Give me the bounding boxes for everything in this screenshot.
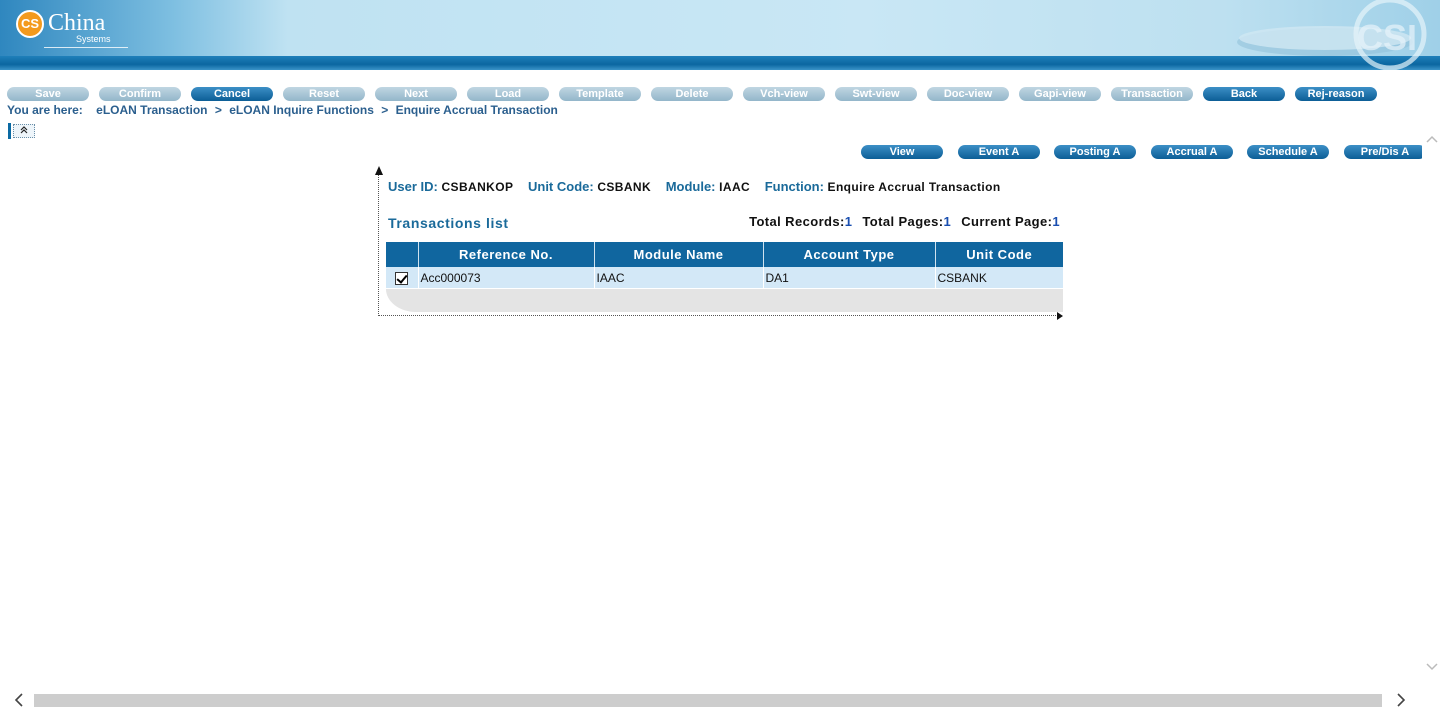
accrual-a-button[interactable]: Accrual A bbox=[1151, 145, 1233, 159]
column-header-reference-no[interactable]: Reference No. bbox=[418, 242, 595, 267]
reference-no-cell[interactable]: Acc000073 bbox=[418, 267, 595, 288]
column-header-account-type[interactable]: Account Type bbox=[763, 242, 936, 267]
breadcrumb-prefix: You are here: bbox=[7, 103, 83, 117]
breadcrumb-item-current: Enquire Accrual Transaction bbox=[395, 103, 558, 117]
scroll-up-icon[interactable] bbox=[1426, 135, 1438, 143]
next-button[interactable]: Next bbox=[375, 87, 457, 101]
logo-underline bbox=[44, 47, 128, 48]
unit-code-label: Unit Code: bbox=[527, 179, 594, 194]
panel-left-border bbox=[378, 174, 379, 314]
action-buttons-row: View Event A Posting A Accrual A Schedule A P… bbox=[0, 145, 1440, 160]
posting-a-button[interactable]: Posting A bbox=[1054, 145, 1136, 159]
header-light-band bbox=[0, 0, 1440, 56]
save-button[interactable]: Save bbox=[7, 87, 89, 101]
unit-code-value: CSBANK bbox=[597, 180, 652, 194]
breadcrumb-item-eloan-transaction[interactable]: eLOAN Transaction bbox=[96, 103, 207, 117]
vch-view-button[interactable]: Vch-view bbox=[743, 87, 825, 101]
toolbar: Save Confirm Cancel Reset Next Load Template De… bbox=[0, 87, 1440, 102]
double-chevron-up-icon-svg bbox=[20, 126, 28, 134]
list-title: Transactions list bbox=[388, 215, 509, 231]
column-header-module-name[interactable]: Module Name bbox=[594, 242, 764, 267]
collapse-bar bbox=[8, 123, 11, 139]
unit-code-cell[interactable]: CSBANK bbox=[935, 267, 1063, 288]
arrow-up-icon bbox=[375, 166, 383, 175]
panel-bottom-border bbox=[378, 315, 1058, 316]
current-page-value: 1 bbox=[1052, 214, 1060, 229]
doc-view-button[interactable]: Doc-view bbox=[927, 87, 1009, 101]
row-checkbox[interactable] bbox=[395, 271, 409, 285]
scroll-down-icon[interactable] bbox=[1426, 663, 1438, 671]
breadcrumb-separator: > bbox=[381, 103, 389, 117]
pagination-info: Total Records:1 Total Pages:1 Current Pa… bbox=[749, 214, 1060, 229]
vertical-scrollbar[interactable] bbox=[1422, 123, 1440, 691]
account-type-cell[interactable]: DA1 bbox=[763, 267, 936, 288]
swt-view-button[interactable]: Swt-view bbox=[835, 87, 917, 101]
reset-button[interactable]: Reset bbox=[283, 87, 365, 101]
header-blue-band bbox=[0, 56, 1440, 70]
function-label: Function: bbox=[764, 179, 824, 194]
total-records-value: 1 bbox=[844, 214, 853, 229]
user-id-label: User ID: bbox=[388, 179, 438, 194]
table-footer bbox=[386, 289, 1063, 312]
event-a-button[interactable]: Event A bbox=[958, 145, 1040, 159]
coin-watermark-text: CSI bbox=[1357, 17, 1417, 58]
cancel-button[interactable]: Cancel bbox=[191, 87, 273, 101]
back-button[interactable]: Back bbox=[1203, 87, 1285, 101]
app-header: CS China Systems CSI bbox=[0, 0, 1440, 70]
select-column-header bbox=[386, 242, 419, 267]
logo-sub: Systems bbox=[76, 34, 111, 44]
transaction-panel: User ID: CSBANKOP Unit Code: CSBANK Modu… bbox=[375, 166, 1064, 320]
table-header-row: Reference No. Module Name Account Type U… bbox=[386, 242, 1063, 267]
coin-watermark-icon: CSI bbox=[1237, 0, 1427, 70]
china-systems-logo: CS China Systems bbox=[16, 9, 128, 49]
breadcrumb-item-eloan-inquire-functions[interactable]: eLOAN Inquire Functions bbox=[229, 103, 374, 117]
logo-badge: CS bbox=[16, 10, 44, 38]
user-id-value: CSBANKOP bbox=[441, 180, 514, 194]
breadcrumb: You are here: eLOAN Transaction > eLOAN … bbox=[7, 103, 558, 117]
pre-dis-a-button[interactable]: Pre/Dis A bbox=[1344, 145, 1426, 159]
horizontal-scroll-thumb[interactable] bbox=[34, 694, 1382, 707]
load-button[interactable]: Load bbox=[467, 87, 549, 101]
total-records-label: Total Records: bbox=[749, 214, 845, 229]
total-pages-value: 1 bbox=[943, 214, 952, 229]
function-value: Enquire Accrual Transaction bbox=[827, 180, 1001, 194]
view-button[interactable]: View bbox=[861, 145, 943, 159]
gapi-view-button[interactable]: Gapi-view bbox=[1019, 87, 1101, 101]
current-page-label: Current Page: bbox=[961, 214, 1053, 229]
rej-reason-button[interactable]: Rej-reason bbox=[1295, 87, 1377, 101]
module-label: Module: bbox=[665, 179, 716, 194]
column-header-unit-code[interactable]: Unit Code bbox=[935, 242, 1063, 267]
delete-button[interactable]: Delete bbox=[651, 87, 733, 101]
horizontal-scrollbar[interactable] bbox=[0, 691, 1440, 709]
table-row[interactable]: Acc000073 IAAC DA1 CSBANK bbox=[386, 267, 1063, 288]
collapse-toggle[interactable] bbox=[8, 123, 35, 139]
transaction-button[interactable]: Transaction bbox=[1111, 87, 1193, 101]
schedule-a-button[interactable]: Schedule A bbox=[1247, 145, 1329, 159]
breadcrumb-separator: > bbox=[214, 103, 222, 117]
row-select-cell[interactable] bbox=[386, 267, 419, 288]
transactions-table: Reference No. Module Name Account Type U… bbox=[386, 242, 1063, 288]
module-name-cell[interactable]: IAAC bbox=[594, 267, 764, 288]
double-chevron-up-icon[interactable] bbox=[13, 124, 35, 138]
scroll-right-icon[interactable] bbox=[1396, 693, 1406, 707]
total-pages-label: Total Pages: bbox=[862, 214, 944, 229]
scroll-left-icon[interactable] bbox=[14, 693, 24, 707]
template-button[interactable]: Template bbox=[559, 87, 641, 101]
logo-name: China bbox=[48, 10, 106, 36]
session-info: User ID: CSBANKOP Unit Code: CSBANK Modu… bbox=[388, 179, 1001, 194]
arrow-right-icon bbox=[1057, 312, 1063, 320]
confirm-button[interactable]: Confirm bbox=[99, 87, 181, 101]
module-value: IAAC bbox=[719, 180, 751, 194]
